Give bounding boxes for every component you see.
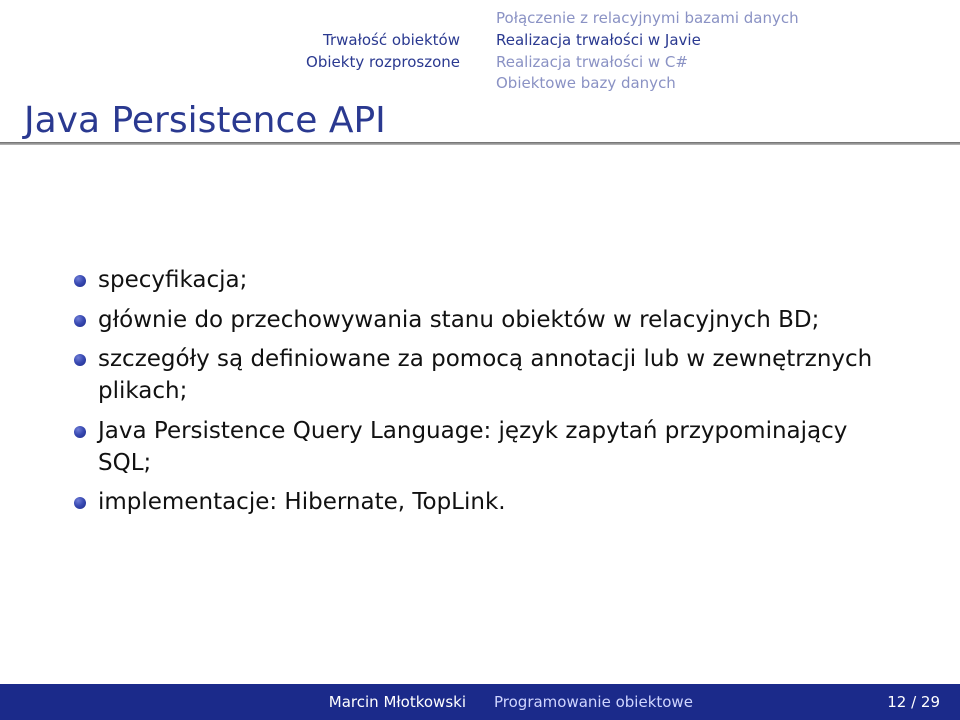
footer: Marcin Młotkowski Programowanie obiektow… xyxy=(0,684,960,720)
bullet-item: Java Persistence Query Language: język z… xyxy=(70,416,900,479)
header-right-nav: Połączenie z relacyjnymi bazami danych R… xyxy=(496,8,799,95)
nav-subsection[interactable]: Obiektowe bazy danych xyxy=(496,73,799,95)
slide: Trwałość obiektów Obiekty rozproszone Po… xyxy=(0,0,960,720)
bullet-list: specyfikacja; głównie do przechowywania … xyxy=(70,265,900,519)
nav-subsection-current[interactable]: Realizacja trwałości w Javie xyxy=(496,30,799,52)
nav-section[interactable]: Obiekty rozproszone xyxy=(306,52,460,74)
nav-subsection[interactable]: Realizacja trwałości w C# xyxy=(496,52,799,74)
footer-page-number: 12 / 29 xyxy=(887,693,960,711)
slide-title: Java Persistence API xyxy=(24,100,386,141)
content-block: specyfikacja; głównie do przechowywania … xyxy=(70,265,900,527)
nav-section[interactable]: Trwałość obiektów xyxy=(306,30,460,52)
footer-right: Programowanie obiektowe 12 / 29 xyxy=(480,693,960,711)
bullet-item: szczegóły są definiowane za pomocą annot… xyxy=(70,344,900,407)
bullet-item: implementacje: Hibernate, TopLink. xyxy=(70,487,900,519)
bullet-item: głównie do przechowywania stanu obiektów… xyxy=(70,305,900,337)
bullet-item: specyfikacja; xyxy=(70,265,900,297)
header-left-nav: Trwałość obiektów Obiekty rozproszone xyxy=(306,30,460,74)
slide-body: specyfikacja; głównie do przechowywania … xyxy=(0,145,960,684)
nav-subsection[interactable]: Połączenie z relacyjnymi bazami danych xyxy=(496,8,799,30)
header: Trwałość obiektów Obiekty rozproszone Po… xyxy=(0,0,960,142)
footer-talk-title: Programowanie obiektowe xyxy=(480,693,693,711)
footer-author: Marcin Młotkowski xyxy=(0,693,480,711)
